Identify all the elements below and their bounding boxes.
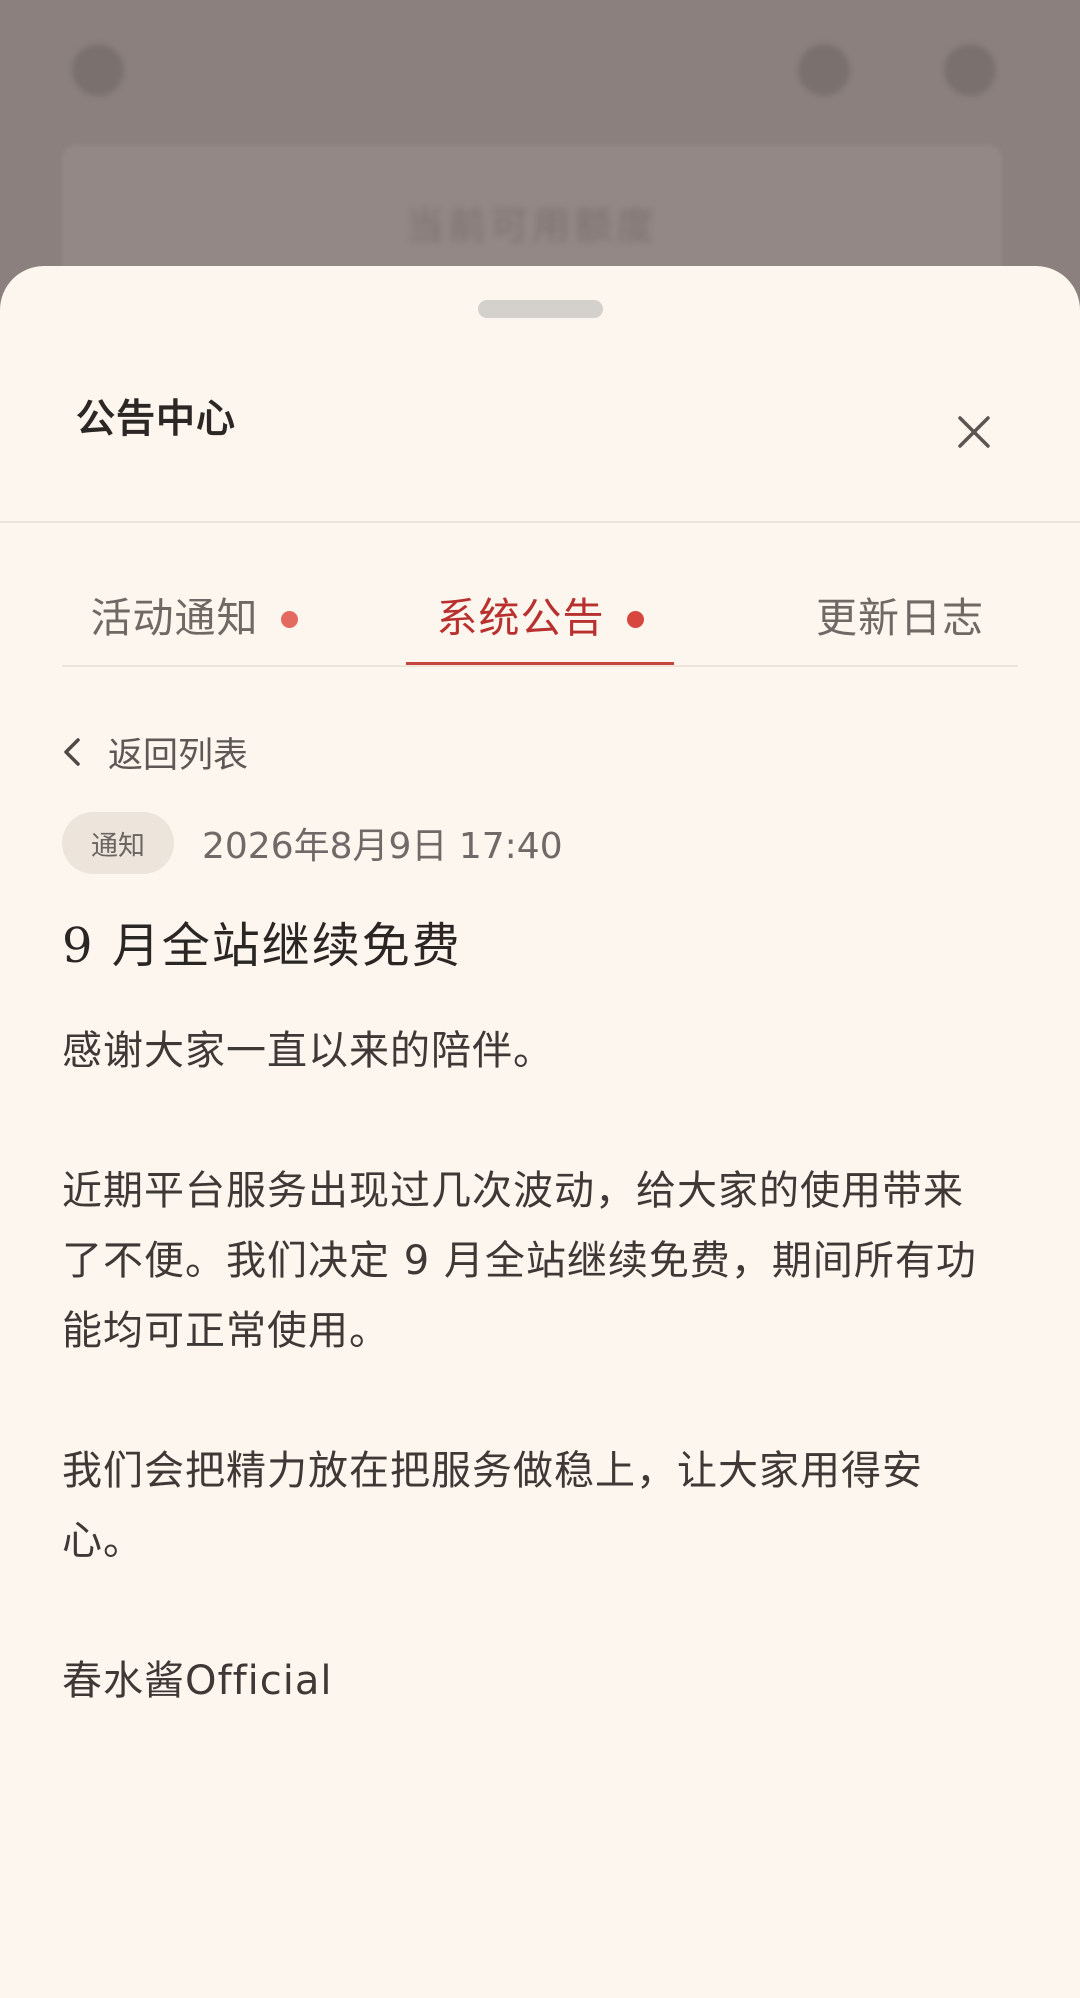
tabs-divider — [62, 665, 1018, 667]
unread-dot — [626, 610, 644, 628]
tab-changelog[interactable]: 更新日志 — [782, 566, 1018, 662]
notice-title: 9 月全站继续免费 — [62, 918, 462, 974]
chevron-left-icon — [64, 738, 80, 766]
notice-paragraph: 感谢大家一直以来的陪伴。 — [62, 1028, 554, 1074]
tab-label: 更新日志 — [816, 594, 984, 642]
drag-handle[interactable] — [478, 300, 603, 318]
tab-system-announcement[interactable]: 系统公告 — [406, 566, 674, 662]
tab-bar: 活动通知 系统公告 更新日志 — [62, 566, 1018, 667]
unread-dot — [280, 610, 298, 628]
notice-date: 2026年8月9日 17:40 — [202, 826, 563, 867]
background-banner: 当前可用额度 — [62, 145, 1002, 285]
notice-signature: 春水酱Official — [62, 1658, 333, 1704]
tab-label: 活动通知 — [90, 594, 259, 642]
sheet-title: 公告中心 — [76, 397, 237, 442]
background-banner-text: 当前可用额度 — [405, 204, 658, 248]
settings-icon — [944, 44, 996, 96]
notice-meta: 通知 2026年8月9日 17:40 — [62, 811, 563, 875]
notice-body: 感谢大家一直以来的陪伴。 近期平台服务出现过几次波动，给大家的使用带来了不便。我… — [62, 1016, 1002, 1786]
notice-paragraph: 我们会把精力放在把服务做稳上，让大家用得安心。 — [62, 1448, 923, 1564]
back-to-list-button[interactable]: 返回列表 — [62, 722, 248, 782]
close-icon — [958, 416, 990, 448]
category-badge: 通知 — [62, 812, 174, 874]
announcement-sheet: 公告中心 活动通知 系统公告 更新日志 返回列表 通知 2026年8月9日 17… — [0, 266, 1080, 1998]
close-button[interactable] — [944, 402, 1004, 462]
tab-activity-notice[interactable]: 活动通知 — [72, 566, 316, 662]
tab-label: 系统公告 — [436, 594, 605, 642]
notice-paragraph: 近期平台服务出现过几次波动，给大家的使用带来了不便。我们决定 9 月全站继续免费… — [62, 1168, 977, 1354]
history-icon — [798, 44, 850, 96]
back-label: 返回列表 — [108, 735, 249, 776]
menu-icon — [72, 44, 124, 96]
header-divider — [0, 521, 1080, 523]
